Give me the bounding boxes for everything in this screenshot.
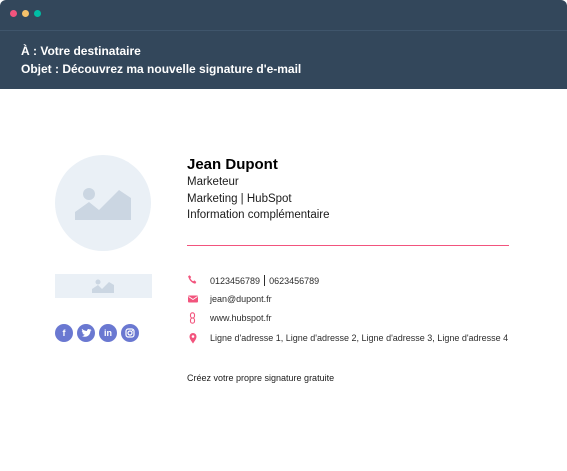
subject-line: Objet : Découvrez ma nouvelle signature … bbox=[21, 62, 302, 76]
department-company: Marketing | HubSpot bbox=[187, 193, 292, 205]
phone-separator bbox=[264, 275, 266, 286]
email-header: À : Votre destinataire Objet : Découvrez… bbox=[0, 30, 567, 89]
facebook-icon[interactable]: f bbox=[55, 324, 73, 342]
email-preview-window: À : Votre destinataire Objet : Découvrez… bbox=[0, 0, 567, 471]
extra-info: Information complémentaire bbox=[187, 209, 330, 221]
linkedin-icon[interactable]: in bbox=[99, 324, 117, 342]
email-link[interactable]: jean@dupont.fr bbox=[210, 294, 272, 304]
instagram-icon[interactable] bbox=[121, 324, 139, 342]
recipient-line: À : Votre destinataire bbox=[21, 44, 141, 58]
signature-name: Jean Dupont bbox=[187, 156, 278, 173]
create-signature-link[interactable]: Créez votre propre signature gratuite bbox=[187, 373, 334, 383]
divider bbox=[187, 245, 509, 246]
website-link[interactable]: www.hubspot.fr bbox=[210, 313, 272, 323]
banner-image-placeholder bbox=[55, 274, 152, 298]
profile-photo-placeholder bbox=[55, 155, 151, 251]
address-text: Ligne d'adresse 1, Ligne d'adresse 2, Li… bbox=[210, 333, 509, 343]
twitter-icon[interactable] bbox=[77, 324, 95, 342]
maximize-dot[interactable] bbox=[34, 10, 41, 17]
mail-icon bbox=[188, 295, 198, 303]
image-placeholder-icon bbox=[75, 188, 131, 220]
image-placeholder-icon bbox=[92, 279, 114, 293]
phone-office[interactable]: 0123456789 bbox=[210, 276, 260, 286]
title-bar bbox=[0, 0, 567, 30]
phone-mobile[interactable]: 0623456789 bbox=[269, 276, 319, 286]
minimize-dot[interactable] bbox=[22, 10, 29, 17]
close-dot[interactable] bbox=[10, 10, 17, 17]
link-icon bbox=[189, 312, 196, 324]
job-title: Marketeur bbox=[187, 176, 239, 188]
phone-icon bbox=[188, 275, 197, 284]
location-pin-icon bbox=[189, 333, 197, 344]
